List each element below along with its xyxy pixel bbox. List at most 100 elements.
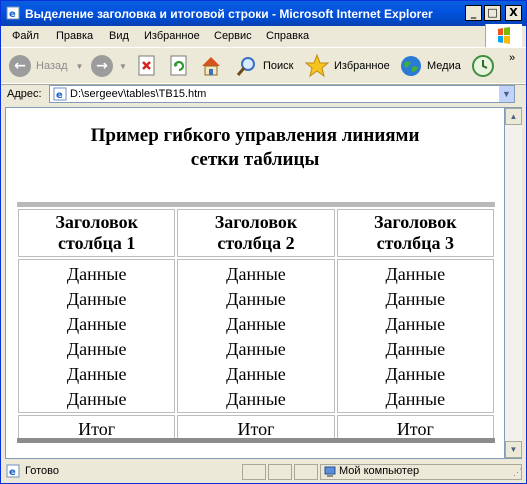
address-input[interactable]: e D:\sergeev\tables\TB15.htm ▼ (49, 85, 515, 103)
cell-value: Данные (66, 364, 127, 384)
header-line2: столбца 2 (217, 233, 295, 253)
refresh-button[interactable] (169, 52, 189, 80)
search-label: Поиск (263, 60, 294, 72)
page-heading-line2: сетки таблицы (190, 149, 320, 170)
header-cell: Заголовок столбца 1 (18, 209, 176, 257)
close-button[interactable]: X (505, 5, 522, 21)
data-cell: Данные Данные Данные Данные Данные Данны… (336, 259, 494, 413)
cell-value: Данные (66, 314, 127, 334)
back-button[interactable]: ← Назад ▼ (9, 52, 83, 80)
vertical-scrollbar[interactable]: ▲ ▼ (505, 107, 522, 459)
stop-icon (138, 55, 155, 76)
favorites-label: Избранное (334, 60, 390, 72)
scroll-up-icon[interactable]: ▲ (505, 108, 522, 125)
status-panel (268, 464, 292, 480)
forward-arrow-icon: → (91, 55, 113, 77)
back-dropdown-icon: ▼ (75, 61, 84, 71)
cell-value: Данные (385, 389, 446, 409)
stop-button[interactable] (137, 52, 157, 80)
media-label: Медиа (427, 60, 461, 72)
history-button[interactable] (471, 52, 495, 80)
table-body-row: Данные Данные Данные Данные Данные Данны… (18, 259, 494, 413)
home-button[interactable] (199, 52, 223, 80)
header-line2: столбца 1 (58, 233, 136, 253)
windows-logo (485, 24, 522, 48)
browser-window: e Выделение заголовка и итоговой строки … (0, 0, 527, 484)
media-globe-icon (401, 56, 421, 76)
toolbar-overflow-icon[interactable]: » (509, 52, 515, 64)
cell-value: Данные (385, 264, 446, 284)
windows-flag-icon (498, 27, 510, 44)
svg-text:e: e (56, 90, 63, 101)
menu-file[interactable]: Файл (12, 30, 39, 42)
forward-dropdown-icon: ▼ (119, 61, 127, 71)
table-header-row: Заголовок столбца 1 Заголовок столбца 2 … (18, 209, 494, 257)
forward-button[interactable]: → ▼ (91, 52, 127, 80)
status-text: Готово (25, 465, 59, 477)
menu-bar: Файл Правка Вид Избранное Сервис Справка (1, 26, 526, 46)
cell-value: Данные (226, 364, 286, 384)
my-computer-icon (324, 466, 336, 477)
page-done-icon: e (6, 464, 20, 478)
status-panel (294, 464, 318, 480)
toolbar: ← Назад ▼ → ▼ Поиск Избранное Медиа » (1, 47, 526, 85)
cell-value: Данные (226, 314, 286, 334)
header-line1: Заголовок (374, 212, 457, 232)
data-cell: Данные Данные Данные Данные Данные Данны… (177, 259, 335, 413)
address-value: D:\sergeev\tables\TB15.htm (70, 88, 207, 100)
header-line1: Заголовок (55, 212, 138, 232)
data-table: Заголовок столбца 1 Заголовок столбца 2 … (16, 207, 496, 445)
cell-value: Данные (66, 389, 127, 409)
back-label: Назад (36, 60, 68, 72)
menu-view[interactable]: Вид (109, 30, 129, 42)
media-button[interactable]: Медиа (399, 52, 461, 80)
address-label: Адрес: (7, 88, 42, 100)
svg-text:e: e (9, 467, 16, 478)
cell-value: Данные (66, 339, 127, 359)
refresh-icon (170, 55, 187, 76)
scroll-down-icon[interactable]: ▼ (505, 441, 522, 458)
page-content: Пример гибкого управления линиями сетки … (5, 107, 505, 459)
address-dropdown-icon[interactable]: ▼ (498, 86, 514, 102)
cell-value: Данные (385, 339, 446, 359)
menu-favorites[interactable]: Избранное (144, 30, 200, 42)
menu-help[interactable]: Справка (266, 30, 309, 42)
page-icon: e (53, 87, 67, 101)
header-line1: Заголовок (214, 212, 298, 232)
svg-text:e: e (9, 9, 16, 20)
cell-value: Данные (385, 364, 446, 384)
history-icon (472, 55, 494, 77)
status-bar: e Готово Мой компьютер ⋰ (1, 461, 526, 483)
favorites-button[interactable]: Избранное (304, 52, 390, 80)
star-icon (304, 53, 330, 78)
window-title: Выделение заголовка и итоговой строки - … (25, 7, 433, 21)
search-button[interactable]: Поиск (235, 52, 293, 80)
zone-text: Мой компьютер (339, 465, 420, 477)
cell-value: Данные (226, 339, 286, 359)
cell-value: Данные (385, 289, 446, 309)
minimize-button[interactable]: _ (465, 5, 482, 21)
address-bar: Адрес: e D:\sergeev\tables\TB15.htm ▼ (1, 83, 526, 106)
title-bar: e Выделение заголовка и итоговой строки … (1, 1, 526, 26)
resize-grip-icon[interactable]: ⋰ (513, 467, 522, 478)
cell-value: Данные (226, 389, 286, 409)
table-bottom-rule (17, 438, 495, 443)
cell-value: Данные (226, 264, 286, 284)
home-icon (202, 57, 220, 76)
cell-value: Данные (66, 264, 127, 284)
cell-value: Данные (385, 314, 446, 334)
cell-value: Данные (66, 289, 127, 309)
header-cell: Заголовок столбца 2 (177, 209, 335, 257)
menu-edit[interactable]: Правка (56, 30, 93, 42)
data-cell: Данные Данные Данные Данные Данные Данны… (18, 259, 176, 413)
status-panel (242, 464, 266, 480)
maximize-button[interactable]: □ (484, 5, 501, 21)
header-cell: Заголовок столбца 3 (336, 209, 494, 257)
menu-tools[interactable]: Сервис (214, 30, 252, 42)
zone-panel: Мой компьютер (320, 464, 522, 480)
cell-value: Данные (226, 289, 286, 309)
back-arrow-icon: ← (9, 55, 31, 77)
page-heading: Пример гибкого управления линиями сетки … (6, 124, 504, 172)
search-icon (236, 57, 255, 76)
header-line2: столбца 3 (376, 233, 454, 253)
